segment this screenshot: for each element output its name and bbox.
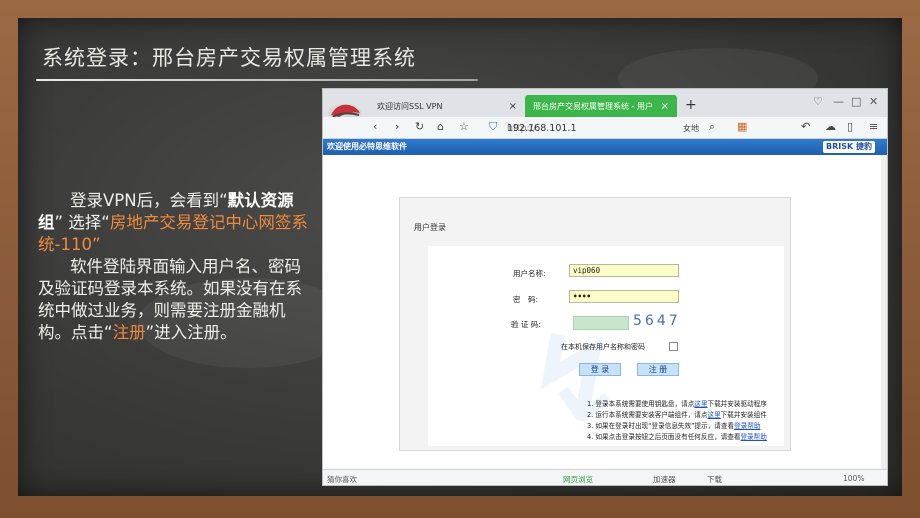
note-item: 4. 如果点击登录按钮之后页面没有任何反应，请查看登录帮助 [587, 432, 767, 443]
url-host: 192.168.101.1 [507, 123, 577, 134]
note-item: 2. 运行本系统需要安装客户端组件，请点这里下载并安装组件 [587, 410, 767, 421]
tab-ssl-vpn-label: 欢迎访问SSL VPN [377, 101, 443, 111]
para2-register: 注册 [112, 323, 146, 342]
undo-icon[interactable]: ↶ [801, 120, 810, 133]
browser-window: 欢迎访问SSL VPN × 邢台房产交易权属管理系统 - 用户 × + ♡ — … [322, 88, 888, 486]
para1-text-c: ” 选择“ [54, 213, 110, 232]
search-icon[interactable]: ⌕ [709, 120, 715, 134]
note-link[interactable]: 登录帮助 [734, 422, 760, 430]
register-button[interactable]: 注 册 [637, 363, 679, 376]
home-icon[interactable]: ⌂ [437, 120, 444, 133]
note-link[interactable]: 这里 [707, 411, 720, 419]
password-field[interactable]: •••• [569, 290, 679, 303]
apps-icon[interactable]: ▦ [737, 120, 747, 133]
status-item-accelerator[interactable]: 加速器 [653, 474, 676, 485]
note-text: 4. 如果点击登录按钮之后页面没有任何反应，请查看 [587, 433, 741, 441]
paragraph-1: 登录VPN后，会看到“默认资源组” 选择“房地产交易登记中心网签系统-110” [38, 190, 310, 256]
cloud-icon[interactable]: ☁ [825, 120, 836, 133]
nav-bar: ‹ › ↻ ⌂ ☆ ⛉ http://192.168.101.1 女地 ⌕ ▦ … [323, 117, 887, 139]
para1-text-e: ” [91, 235, 101, 254]
status-item-download[interactable]: 下载 [707, 474, 722, 485]
remember-checkbox[interactable] [669, 342, 678, 351]
site-banner: 欢迎使用必特思维软件 BRISK 捷豹 [323, 139, 887, 155]
new-tab-button[interactable]: + [685, 97, 697, 113]
menu-icon[interactable]: ≡ [869, 120, 878, 133]
note-link[interactable]: 登录帮助 [740, 433, 766, 441]
window-close-icon[interactable]: ✕ [869, 95, 878, 108]
note-text: 2. 运行本系统需要安装客户端组件，请点 [587, 411, 708, 419]
forward-icon[interactable]: › [395, 120, 399, 133]
slide-body: 登录VPN后，会看到“默认资源组” 选择“房地产交易登记中心网签系统-110” … [38, 190, 310, 344]
skin-icon[interactable]: ♡ [813, 95, 823, 108]
note-text: 下载并安装驱动程序 [707, 400, 767, 408]
maximize-icon[interactable]: □ [851, 95, 861, 108]
status-bar: 猜你喜欢 网页浏览 加速器 下载 100% [323, 469, 887, 485]
status-left-text[interactable]: 猜你喜欢 [327, 474, 357, 485]
login-button[interactable]: 登 录 [579, 363, 621, 376]
favorite-icon[interactable]: ☆ [459, 120, 469, 133]
note-text: 3. 如果在登录时出现“登录信息失效”提示，请查看 [587, 422, 735, 430]
scrollbar[interactable] [881, 155, 887, 469]
refresh-icon[interactable]: ↻ [415, 120, 424, 133]
slide-title: 系统登录：邢台房产交易权属管理系统 [42, 46, 416, 70]
tab-bar: 欢迎访问SSL VPN × 邢台房产交易权属管理系统 - 用户 × + ♡ — … [323, 89, 887, 122]
tab-ssl-vpn[interactable]: 欢迎访问SSL VPN × [369, 95, 525, 117]
note-item: 1. 登录本系统需要使用钥匙盘，请点这里下载并安装驱动程序 [587, 399, 767, 410]
note-item: 3. 如果在登录时出现“登录信息失效”提示，请查看登录帮助 [587, 421, 767, 432]
remember-label: 在本机保存用户名称和密码 [561, 343, 645, 351]
brand-logo: BRISK 捷豹 [823, 141, 875, 153]
search-hint[interactable]: 女地 [683, 123, 699, 134]
note-text: 下载并安装组件 [720, 411, 767, 419]
close-icon[interactable]: × [509, 101, 517, 112]
username-label: 用户名称: [513, 269, 546, 278]
note-link[interactable]: 这里 [694, 400, 707, 408]
para1-text-a: 登录VPN后，会看到“ [70, 191, 228, 210]
tab-property-system[interactable]: 邢台房产交易权属管理系统 - 用户 × [525, 95, 677, 117]
captcha-field[interactable] [573, 316, 629, 330]
site-banner-text: 欢迎使用必特思维软件 [327, 142, 407, 151]
captcha-image[interactable]: 5647 [633, 313, 681, 329]
minimize-icon[interactable]: — [833, 95, 844, 108]
tab-property-system-label: 邢台房产交易权属管理系统 - 用户 [533, 101, 653, 111]
login-title: 用户登录 [414, 223, 446, 232]
username-field[interactable]: vip060 [569, 264, 679, 277]
para2-text-c: ”进入注册。 [145, 323, 237, 342]
note-text: 1. 登录本系统需要使用钥匙盘，请点 [587, 400, 695, 408]
captcha-label: 验 证 码: [511, 320, 541, 329]
password-label: 密 码: [513, 295, 539, 304]
login-notes: 1. 登录本系统需要使用钥匙盘，请点这里下载并安装驱动程序 2. 运行本系统需要… [587, 399, 767, 443]
paragraph-2: 软件登陆界面输入用户名、密码及验证码登录本系统。如果没有在系统中做过业务，则需要… [38, 256, 310, 344]
tablet-icon[interactable]: ▯ [847, 120, 853, 133]
shield-icon: ⛉ [489, 120, 498, 133]
zoom-level[interactable]: 100% [843, 474, 864, 483]
close-icon[interactable]: × [661, 101, 669, 112]
title-underline [36, 79, 478, 81]
back-icon[interactable]: ‹ [373, 120, 377, 133]
status-item-browse[interactable]: 网页浏览 [563, 474, 593, 485]
